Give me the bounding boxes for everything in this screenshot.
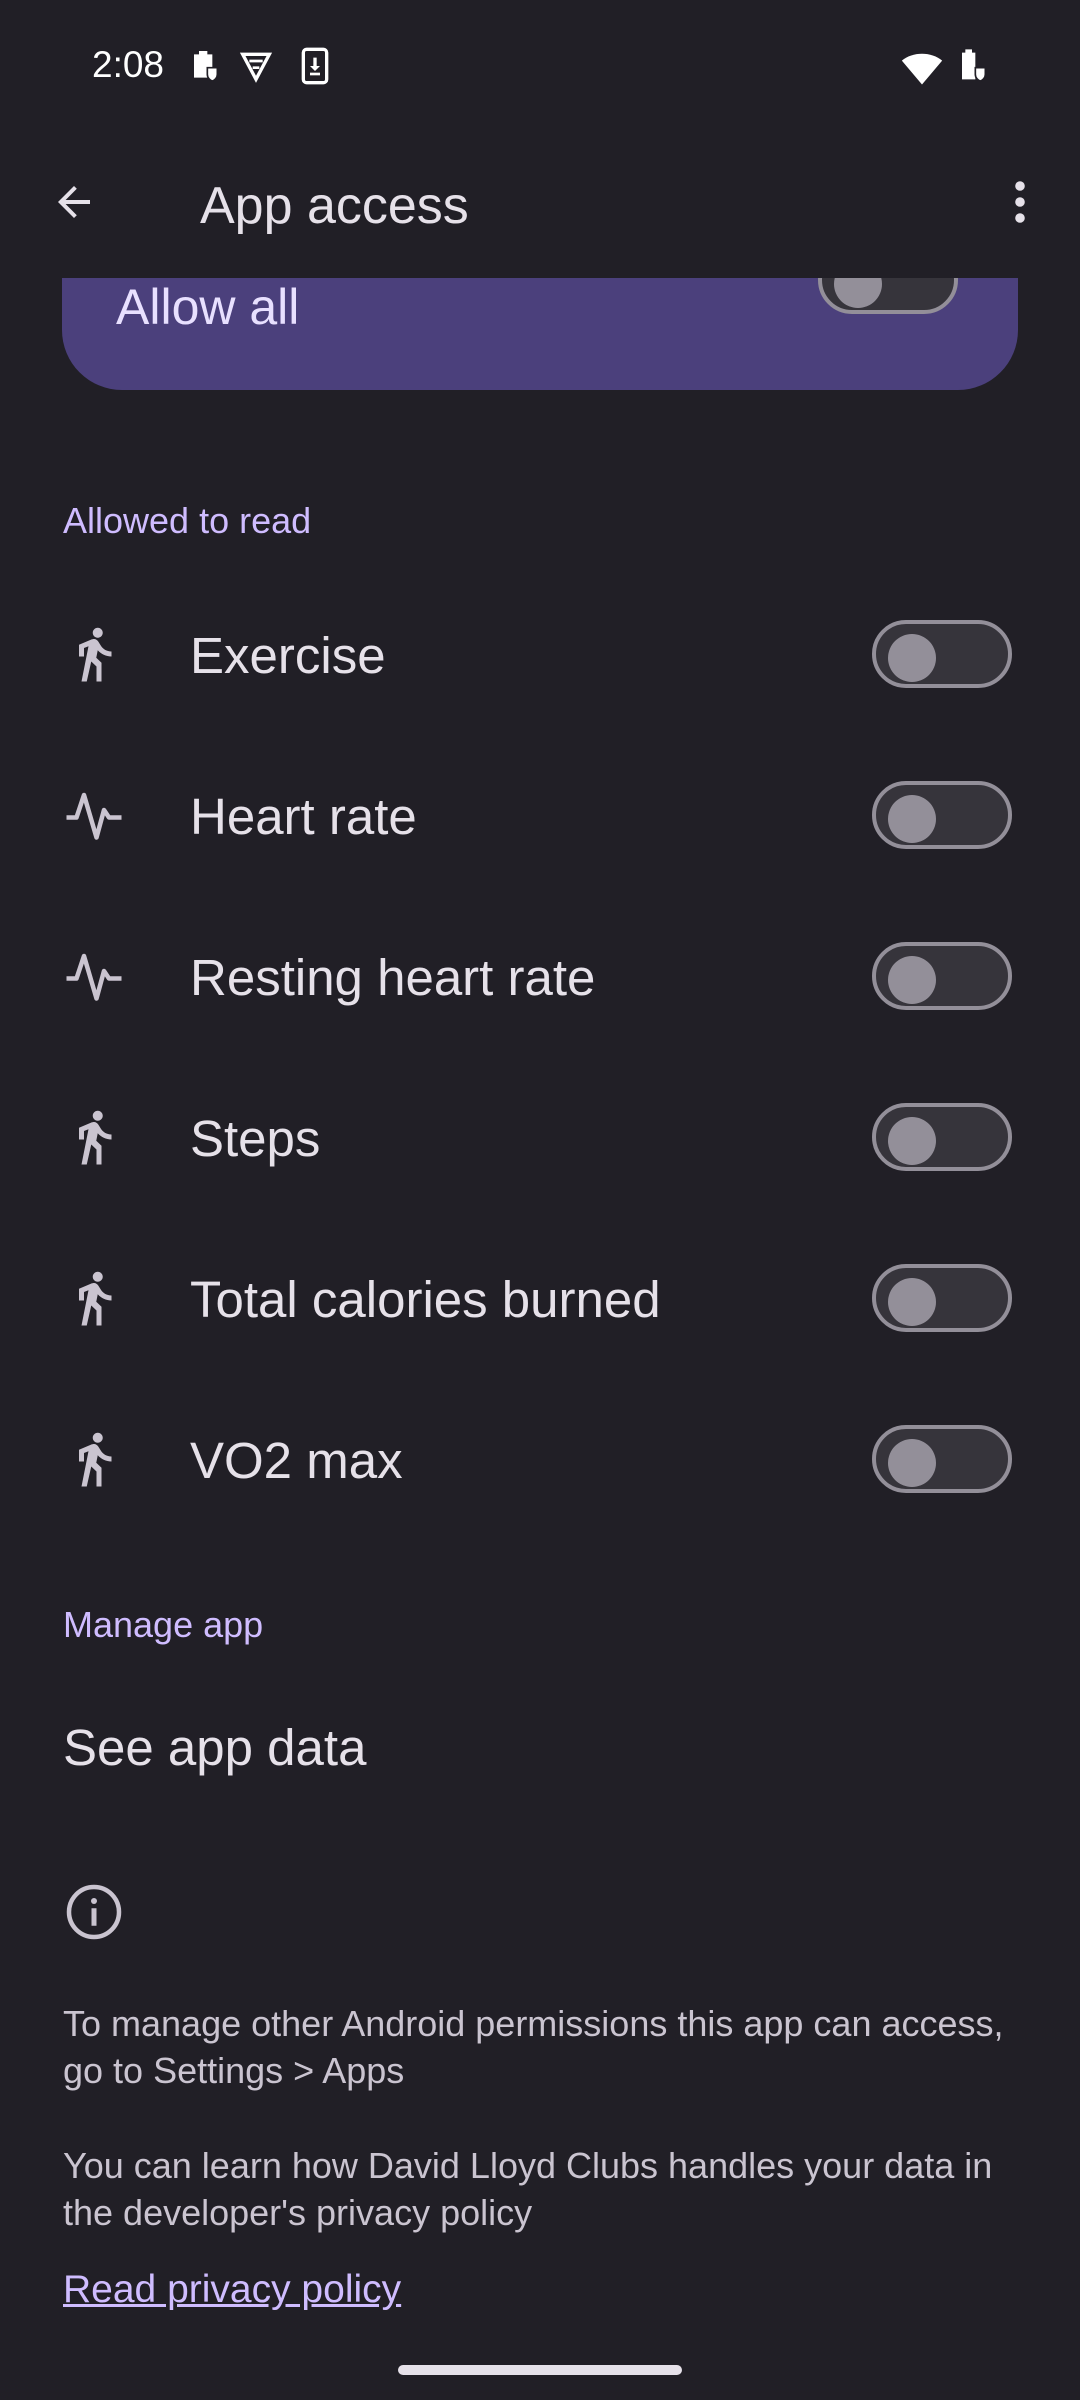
allow-all-label: Allow all	[116, 279, 300, 335]
wifi-icon	[901, 53, 943, 85]
directions-run-icon	[79, 1271, 112, 1326]
directions-run-icon	[79, 1110, 112, 1165]
work-badge-icon	[194, 51, 219, 82]
permission-row-resting-heart-rate[interactable]: Resting heart rate	[0, 896, 1080, 1056]
download-icon	[301, 47, 329, 85]
permission-label: Resting heart rate	[190, 949, 596, 1006]
directions-run-icon	[79, 627, 112, 682]
permission-switch[interactable]	[872, 942, 1012, 1010]
more-vert-icon	[1015, 181, 1025, 223]
section-manage-app: Manage app	[63, 1604, 264, 1645]
status-bar: 2:08	[0, 0, 1080, 140]
permission-row-steps[interactable]: Steps	[0, 1057, 1080, 1217]
switch-knob	[888, 1117, 936, 1165]
status-time: 2:08	[92, 44, 165, 85]
permission-switch[interactable]	[872, 1103, 1012, 1171]
switch-knob	[888, 795, 936, 843]
switch-knob	[834, 278, 882, 308]
permission-switch[interactable]	[872, 620, 1012, 688]
more-options-button[interactable]	[990, 164, 1050, 240]
privacy-info-text: You can learn how David Lloyd Clubs hand…	[63, 2145, 993, 2233]
allow-all-switch[interactable]	[818, 278, 958, 314]
gesture-nav-handle[interactable]	[398, 2365, 682, 2375]
content-scroll[interactable]: Allow all Allowed to read Exercise Heart…	[0, 278, 1080, 2368]
section-allowed-to-read: Allowed to read	[63, 500, 312, 541]
allow-all-card[interactable]: Allow all	[62, 278, 1018, 390]
permission-label: Exercise	[190, 627, 386, 684]
vitals-icon	[66, 953, 122, 1001]
top-app-bar: App access	[0, 140, 1080, 276]
read-privacy-policy-link[interactable]: Read privacy policy	[63, 2268, 401, 2312]
switch-knob	[888, 634, 936, 682]
permission-row-total-calories-burned[interactable]: Total calories burned	[0, 1218, 1080, 1378]
permission-label: Steps	[190, 1110, 321, 1167]
info-icon	[66, 1884, 122, 1940]
permission-row-exercise[interactable]: Exercise	[0, 574, 1080, 734]
permission-row-heart-rate[interactable]: Heart rate	[0, 735, 1080, 895]
switch-knob	[888, 1439, 936, 1487]
vitals-icon	[66, 792, 122, 840]
page-title: App access	[200, 177, 469, 235]
permission-switch[interactable]	[872, 1425, 1012, 1493]
permission-switch[interactable]	[872, 781, 1012, 849]
permission-label: Heart rate	[190, 788, 417, 845]
permissions-info-text: To manage other Android permissions this…	[63, 2003, 1004, 2091]
arrow-back-icon	[58, 186, 90, 218]
directions-run-icon	[79, 1432, 112, 1487]
permission-switch[interactable]	[872, 1264, 1012, 1332]
switch-knob	[888, 1278, 936, 1326]
vpn-shield-icon	[239, 52, 273, 83]
battery-work-icon	[962, 49, 987, 82]
permission-row-vo2-max[interactable]: VO2 max	[0, 1379, 1080, 1539]
see-app-data-item[interactable]: See app data	[63, 1718, 366, 1777]
switch-knob	[888, 956, 936, 1004]
back-button[interactable]	[36, 164, 112, 240]
permission-label: Total calories burned	[190, 1271, 661, 1328]
permission-label: VO2 max	[190, 1432, 403, 1489]
